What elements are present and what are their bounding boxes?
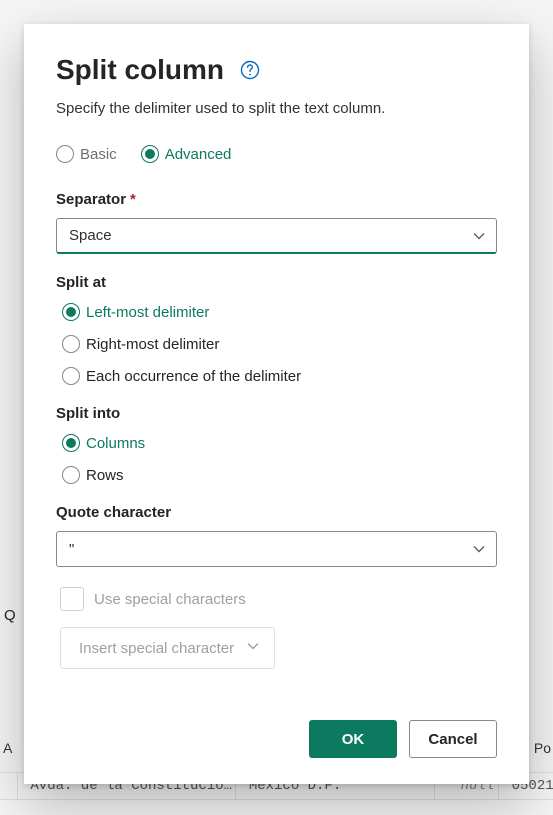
radio-dot-icon: [62, 303, 80, 321]
split-into-rows-radio[interactable]: Rows: [62, 466, 497, 484]
split-into-rows-label: Rows: [86, 468, 124, 483]
split-into-label: Split into: [56, 405, 497, 422]
bg-header-a: A: [3, 740, 12, 756]
radio-dot-icon: [62, 335, 80, 353]
split-at-left-radio[interactable]: Left-most delimiter: [62, 303, 497, 321]
split-at-right-radio[interactable]: Right-most delimiter: [62, 335, 497, 353]
split-at-right-label: Right-most delimiter: [86, 337, 219, 352]
insert-special-character-label: Insert special character: [79, 640, 234, 657]
bg-letter-q: Q: [4, 607, 16, 624]
quote-character-select[interactable]: ": [56, 531, 497, 567]
radio-dot-icon: [141, 145, 159, 163]
use-special-characters-checkbox[interactable]: Use special characters: [60, 587, 497, 611]
split-column-dialog: Split column Specify the delimiter used …: [24, 24, 529, 784]
radio-dot-icon: [62, 367, 80, 385]
split-into-columns-label: Columns: [86, 436, 145, 451]
chevron-down-icon: [246, 639, 260, 657]
checkbox-box-icon: [60, 587, 84, 611]
mode-advanced-radio[interactable]: Advanced: [141, 145, 232, 163]
mode-radio-group: Basic Advanced: [56, 145, 497, 163]
ok-button[interactable]: OK: [309, 720, 397, 758]
split-at-each-label: Each occurrence of the delimiter: [86, 369, 301, 384]
quote-character-value: ": [69, 541, 74, 558]
separator-value: Space: [69, 227, 112, 244]
radio-dot-icon: [56, 145, 74, 163]
split-at-left-label: Left-most delimiter: [86, 305, 209, 320]
split-at-label: Split at: [56, 274, 497, 291]
split-at-each-radio[interactable]: Each occurrence of the delimiter: [62, 367, 497, 385]
split-at-radio-group: Left-most delimiter Right-most delimiter…: [56, 301, 497, 385]
quote-character-label: Quote character: [56, 504, 497, 521]
radio-dot-icon: [62, 434, 80, 452]
split-into-radio-group: Columns Rows: [56, 432, 497, 484]
radio-dot-icon: [62, 466, 80, 484]
split-into-columns-radio[interactable]: Columns: [62, 434, 497, 452]
cancel-button[interactable]: Cancel: [409, 720, 497, 758]
help-icon[interactable]: [240, 60, 260, 80]
separator-label: Separator*: [56, 191, 497, 208]
mode-basic-label: Basic: [80, 147, 117, 162]
insert-special-character-dropdown: Insert special character: [60, 627, 275, 669]
chevron-down-icon: [472, 542, 486, 556]
chevron-down-icon: [472, 229, 486, 243]
bg-header-po: Po: [534, 740, 551, 756]
dialog-title: Split column: [56, 54, 224, 86]
mode-advanced-label: Advanced: [165, 147, 232, 162]
dialog-footer: OK Cancel: [24, 702, 529, 784]
mode-basic-radio[interactable]: Basic: [56, 145, 117, 163]
use-special-characters-label: Use special characters: [94, 591, 246, 608]
dialog-description: Specify the delimiter used to split the …: [56, 100, 497, 117]
required-mark: *: [130, 191, 136, 208]
separator-select[interactable]: Space: [56, 218, 497, 254]
